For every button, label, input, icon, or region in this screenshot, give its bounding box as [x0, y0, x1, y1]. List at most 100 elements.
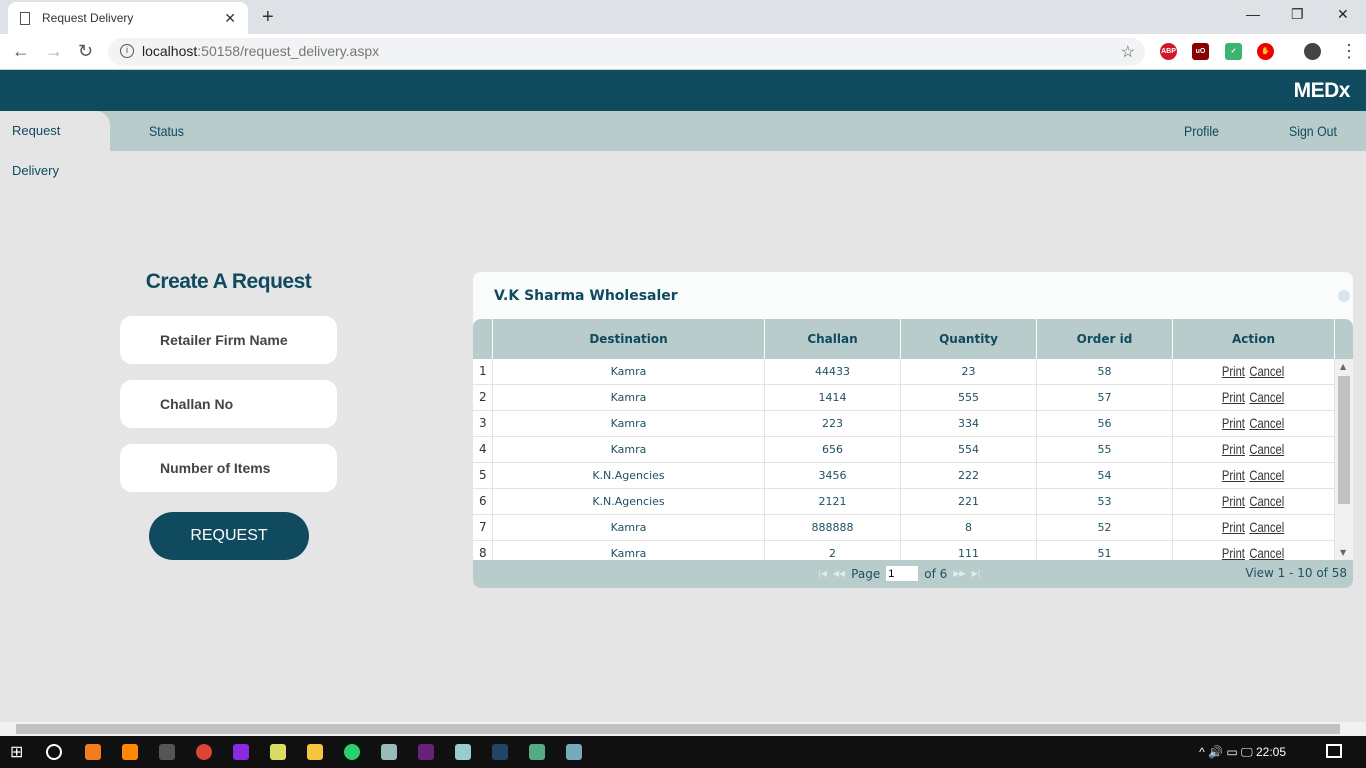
clock[interactable]: 22:05 [1256, 745, 1286, 759]
notifications-icon[interactable] [1326, 744, 1342, 758]
table-row[interactable]: 2 Kamra 1414 555 57 Print Cancel [473, 385, 1335, 411]
cell-challan: 44433 [765, 359, 901, 384]
header-destination[interactable]: Destination [493, 319, 765, 359]
number-of-items-input[interactable]: Number of Items [120, 444, 337, 492]
header-order-id[interactable]: Order id [1037, 319, 1173, 359]
windows-start-icon[interactable]: ⊞ [10, 742, 26, 761]
print-link[interactable]: Print [1221, 463, 1244, 488]
first-page-icon[interactable]: |◀ [818, 569, 827, 578]
table-row[interactable]: 1 Kamra 44433 23 58 Print Cancel [473, 359, 1335, 385]
row-number: 8 [473, 541, 493, 560]
brand-logo: MEDx [1293, 79, 1351, 102]
nav-sign-out[interactable]: Sign Out [1289, 111, 1337, 151]
table-row[interactable]: 4 Kamra 656 554 55 Print Cancel [473, 437, 1335, 463]
new-tab-button[interactable]: + [262, 6, 274, 29]
print-link[interactable]: Print [1221, 489, 1244, 514]
ublock-icon[interactable]: uO [1192, 43, 1209, 60]
print-link[interactable]: Print [1221, 541, 1244, 560]
scroll-thumb[interactable] [16, 724, 1340, 734]
prev-page-icon[interactable]: ◀◀ [833, 569, 845, 578]
paint-icon[interactable] [566, 744, 582, 760]
back-button[interactable]: ← [12, 41, 30, 62]
stop-extension-icon[interactable]: ✋ [1257, 43, 1274, 60]
close-window-button[interactable]: ✕ [1337, 6, 1349, 23]
scroll-up-icon[interactable]: ▲ [1340, 362, 1346, 371]
request-button[interactable]: REQUEST [149, 512, 309, 560]
table-row[interactable]: 6 K.N.Agencies 2121 221 53 Print Cancel [473, 489, 1335, 515]
shield-extension-icon[interactable]: ✓ [1225, 43, 1242, 60]
cancel-link[interactable]: Cancel [1249, 385, 1284, 410]
sql-icon[interactable] [492, 744, 508, 760]
cancel-link[interactable]: Cancel [1249, 463, 1284, 488]
app-icon[interactable] [381, 744, 397, 760]
scroll-thumb[interactable] [1338, 376, 1350, 504]
page-of-label: of 6 [924, 566, 948, 581]
table-row[interactable]: 5 K.N.Agencies 3456 222 54 Print Cancel [473, 463, 1335, 489]
cancel-link[interactable]: Cancel [1249, 437, 1284, 462]
reload-button[interactable]: ↻ [78, 41, 93, 62]
app-icon[interactable] [529, 744, 545, 760]
browser-tab[interactable]: Request Delivery ✕ [8, 2, 248, 34]
cell-destination: K.N.Agencies [493, 463, 765, 488]
print-link[interactable]: Print [1221, 385, 1244, 410]
forward-button[interactable]: → [45, 41, 63, 62]
cancel-link[interactable]: Cancel [1249, 515, 1284, 540]
minimize-button[interactable]: — [1246, 6, 1260, 22]
retailer-firm-name-input[interactable]: Retailer Firm Name [120, 316, 337, 364]
page-horizontal-scrollbar[interactable] [0, 722, 1366, 736]
cortana-icon[interactable] [46, 744, 62, 760]
notepad-icon[interactable] [270, 744, 286, 760]
next-page-icon[interactable]: ▶▶ [953, 569, 965, 578]
print-link[interactable]: Print [1221, 359, 1244, 384]
nav-profile[interactable]: Profile [1184, 111, 1219, 151]
row-number: 4 [473, 437, 493, 462]
table-row[interactable]: 3 Kamra 223 334 56 Print Cancel [473, 411, 1335, 437]
bookmark-star-icon[interactable]: ☆ [1121, 42, 1135, 62]
system-tray: ^ 🔊 ▭ 🖵 22:05 [1199, 745, 1286, 759]
cell-action: Print Cancel [1173, 541, 1335, 560]
grid-scrollbar[interactable]: ▲ ▼ [1335, 359, 1353, 560]
restore-button[interactable]: ❐ [1291, 6, 1304, 23]
print-link[interactable]: Print [1221, 515, 1244, 540]
menu-icon[interactable]: ⋮ [1340, 41, 1358, 62]
notepad-icon[interactable] [455, 744, 471, 760]
cell-order-id: 51 [1037, 541, 1173, 560]
file-explorer-icon[interactable] [307, 744, 323, 760]
cancel-link[interactable]: Cancel [1249, 541, 1284, 560]
nav-request-delivery[interactable]: Request Delivery [0, 111, 110, 178]
challan-no-input[interactable]: Challan No [120, 380, 337, 428]
table-row[interactable]: 7 Kamra 888888 8 52 Print Cancel [473, 515, 1335, 541]
chrome-icon[interactable] [196, 744, 212, 760]
whatsapp-icon[interactable] [344, 744, 360, 760]
nav-status[interactable]: Status [149, 111, 184, 151]
header-challan[interactable]: Challan [765, 319, 901, 359]
scroll-down-icon[interactable]: ▼ [1340, 548, 1346, 557]
visual-studio-icon[interactable] [418, 744, 434, 760]
vlc-icon[interactable] [122, 744, 138, 760]
header-quantity[interactable]: Quantity [901, 319, 1037, 359]
cancel-link[interactable]: Cancel [1249, 489, 1284, 514]
cell-quantity: 221 [901, 489, 1037, 514]
app-icon[interactable] [159, 744, 175, 760]
cell-challan: 888888 [765, 515, 901, 540]
address-bar[interactable]: i localhost:50158/request_delivery.aspx … [108, 38, 1145, 66]
print-link[interactable]: Print [1221, 411, 1244, 436]
cancel-link[interactable]: Cancel [1249, 359, 1284, 384]
info-icon[interactable]: i [120, 44, 134, 58]
last-page-icon[interactable]: ▶| [972, 569, 981, 578]
cell-destination: Kamra [493, 541, 765, 560]
table-row[interactable]: 8 Kamra 2 111 51 Print Cancel [473, 541, 1335, 560]
cancel-link[interactable]: Cancel [1249, 411, 1284, 436]
cell-challan: 3456 [765, 463, 901, 488]
view-records-label: View 1 - 10 of 58 [1245, 566, 1347, 580]
header-rownum [473, 319, 493, 359]
adblock-plus-icon[interactable]: ABP [1160, 43, 1177, 60]
xampp-icon[interactable] [85, 744, 101, 760]
page-input[interactable] [886, 566, 919, 581]
collapse-icon[interactable] [1338, 290, 1350, 302]
print-link[interactable]: Print [1221, 437, 1244, 462]
orders-grid: V.K Sharma Wholesaler Destination Challa… [473, 272, 1353, 588]
winrar-icon[interactable] [233, 744, 249, 760]
profile-avatar[interactable] [1304, 43, 1321, 60]
close-tab-icon[interactable]: ✕ [224, 10, 236, 27]
